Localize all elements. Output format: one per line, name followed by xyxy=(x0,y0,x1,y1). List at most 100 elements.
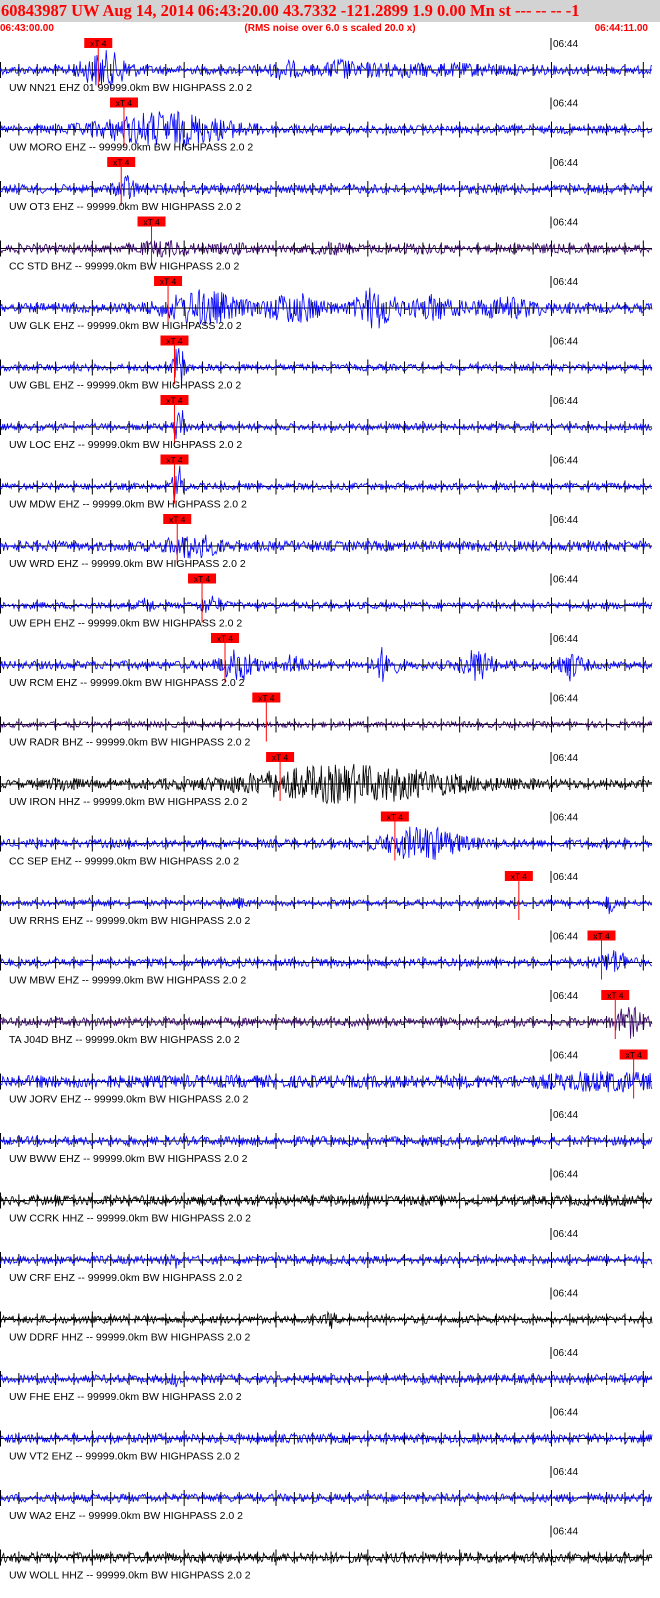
station-label: UW IRON HHZ -- 99999.0km BW HIGHPASS 2.0… xyxy=(9,796,248,808)
minute-mark-label: 06:44 xyxy=(553,1289,578,1300)
minute-mark-label: 06:44 xyxy=(553,634,578,645)
pick-label: xT 4 xyxy=(90,39,107,49)
station-label: UW GLK EHZ -- 99999.0km BW HIGHPASS 2.0 … xyxy=(9,320,242,332)
station-label: UW WA2 EHZ -- 99999.0km BW HIGHPASS 2.0 … xyxy=(9,1510,243,1522)
trace-row: 06:44 xT 4 UW NN21 EHZ 01 99999.0km BW HIG… xyxy=(0,38,653,94)
trace-row: 06:44 UW CRF EHZ -- 99999.0km BW HIGHPASS… xyxy=(0,1228,653,1284)
minute-mark-label: 06:44 xyxy=(553,1467,578,1478)
pick-label: xT 4 xyxy=(169,515,186,525)
minute-mark-label: 06:44 xyxy=(553,337,578,348)
pick-label: xT 4 xyxy=(625,1050,642,1060)
waveform-trace xyxy=(0,595,653,613)
trace-row: 06:44 UW WOLL HHZ -- 99999.0km BW HIGHPAS… xyxy=(0,1525,653,1582)
minute-mark-label: 06:44 xyxy=(553,991,578,1002)
trace-row: 06:44 UW BWW EHZ -- 99999.0km BW HIGHPASS… xyxy=(0,1109,653,1165)
minute-mark-label: 06:44 xyxy=(553,932,578,943)
station-label: UW CCRK HHZ -- 99999.0km BW HIGHPASS 2.0… xyxy=(9,1213,251,1225)
station-label: CC STD BHZ -- 99999.0km BW HIGHPASS 2.0 … xyxy=(9,261,239,273)
seismogram-plot: 06:44 xT 4 UW NN21 EHZ 01 99999.0km BW HIG… xyxy=(0,38,653,1582)
station-label: UW NN21 EHZ 01 99999.0km BW HIGHPASS 2.0… xyxy=(9,82,252,94)
minute-mark-label: 06:44 xyxy=(553,456,578,467)
waveform-trace xyxy=(0,1310,653,1329)
waveform-trace xyxy=(0,1254,653,1269)
station-label: UW EPH EHZ -- 99999.0km BW HIGHPASS 2.0 … xyxy=(9,618,242,630)
minute-mark-label: 06:44 xyxy=(553,1051,578,1062)
station-label: UW RRHS EHZ -- 99999.0km BW HIGHPASS 2.0… xyxy=(9,915,251,927)
minute-mark-label: 06:44 xyxy=(553,1170,578,1181)
pick-label: xT 4 xyxy=(194,574,211,584)
pick-label: xT 4 xyxy=(217,634,234,644)
station-label: UW LOC EHZ -- 99999.0km BW HIGHPASS 2.0 … xyxy=(9,439,242,451)
minute-mark-label: 06:44 xyxy=(553,1348,578,1359)
station-label: UW WOLL HHZ -- 99999.0km BW HIGHPASS 2.0… xyxy=(9,1570,251,1582)
rms-note-label: (RMS noise over 6.0 s scaled 20.0 x) xyxy=(244,23,416,34)
pick-label: xT 4 xyxy=(511,872,528,882)
pick-label: xT 4 xyxy=(387,812,404,822)
trace-row: 06:44 xT 4 UW IRON HHZ -- 99999.0km BW HIG… xyxy=(0,752,653,808)
pick-label: xT 4 xyxy=(272,753,289,763)
minute-mark-label: 06:44 xyxy=(553,218,578,229)
minute-mark-label: 06:44 xyxy=(553,277,578,288)
trace-row: 06:44 xT 4 UW MBW EHZ -- 99999.0km BW HIGH… xyxy=(0,930,653,987)
pick-label: xT 4 xyxy=(143,217,160,227)
station-label: UW GBL EHZ -- 99999.0km BW HIGHPASS 2.0 … xyxy=(9,380,241,392)
trace-row: 06:44 xT 4 UW WRD EHZ -- 99999.0km BW HIGH… xyxy=(0,514,653,570)
trace-row: 06:44 xT 4 CC STD BHZ -- 99999.0km BW HIGH… xyxy=(0,216,653,273)
station-label: UW OT3 EHZ -- 99999.0km BW HIGHPASS 2.0 … xyxy=(9,201,241,213)
pick-label: xT 4 xyxy=(166,396,183,406)
waveform-trace xyxy=(0,465,653,503)
station-label: UW DDRF HHZ -- 99999.0km BW HIGHPASS 2.0… xyxy=(9,1332,251,1344)
pick-label: xT 4 xyxy=(166,455,183,465)
minute-mark-label: 06:44 xyxy=(553,1110,578,1121)
trace-row: 06:44 xT 4 UW GLK EHZ -- 99999.0km BW HIGH… xyxy=(0,276,653,332)
trace-row: 06:44 xT 4 UW LOC EHZ -- 99999.0km BW HIGH… xyxy=(0,395,653,451)
minute-mark-label: 06:44 xyxy=(553,813,578,824)
trace-row: 06:44 xT 4 UW MORO EHZ -- 99999.0km BW HIG… xyxy=(0,97,653,154)
trace-row: 06:44 xT 4 UW MDW EHZ -- 99999.0km BW HIGH… xyxy=(0,454,653,511)
minute-mark-label: 06:44 xyxy=(553,1527,578,1538)
waveform-trace xyxy=(0,410,653,440)
station-label: UW MDW EHZ -- 99999.0km BW HIGHPASS 2.0 … xyxy=(9,499,247,511)
trace-row: 06:44 xT 4 UW RCM EHZ -- 99999.0km BW HIGH… xyxy=(0,633,653,689)
pick-label: xT 4 xyxy=(113,158,130,168)
minute-mark-label: 06:44 xyxy=(553,575,578,586)
waveform-trace xyxy=(0,896,653,915)
trace-row: 06:44 UW WA2 EHZ -- 99999.0km BW HIGHPASS… xyxy=(0,1466,653,1522)
waveform-trace xyxy=(0,175,653,200)
minute-mark-label: 06:44 xyxy=(553,872,578,883)
pick-label: xT 4 xyxy=(160,277,177,287)
trace-row: 06:44 xT 4 UW EPH EHZ -- 99999.0km BW HIGH… xyxy=(0,573,653,630)
minute-mark-label: 06:44 xyxy=(553,39,578,50)
waveform-trace xyxy=(0,1373,653,1388)
pick-label: xT 4 xyxy=(607,991,624,1001)
minute-mark-label: 06:44 xyxy=(553,753,578,764)
trace-row: 06:44 UW DDRF HHZ -- 99999.0km BW HIGHPAS… xyxy=(0,1287,653,1344)
trace-row: 06:44 UW CCRK HHZ -- 99999.0km BW HIGHPAS… xyxy=(0,1168,653,1225)
station-label: CC SEP EHZ -- 99999.0km BW HIGHPASS 2.0 … xyxy=(9,856,239,868)
station-label: UW BWW EHZ -- 99999.0km BW HIGHPASS 2.0 … xyxy=(9,1153,248,1165)
pick-label: xT 4 xyxy=(593,931,610,941)
station-label: UW WRD EHZ -- 99999.0km BW HIGHPASS 2.0 … xyxy=(9,558,246,570)
station-label: UW FHE EHZ -- 99999.0km BW HIGHPASS 2.0 … xyxy=(9,1391,242,1403)
station-label: UW MBW EHZ -- 99999.0km BW HIGHPASS 2.0 … xyxy=(9,975,246,987)
station-label: UW CRF EHZ -- 99999.0km BW HIGHPASS 2.0 … xyxy=(9,1272,242,1284)
waveform-trace xyxy=(0,950,653,972)
minute-mark-label: 06:44 xyxy=(553,158,578,169)
event-title: 60843987 UW Aug 14, 2014 06:43:20.00 43.… xyxy=(1,1,580,20)
trace-row: 06:44 UW FHE EHZ -- 99999.0km BW HIGHPASS… xyxy=(0,1347,653,1403)
trace-row: 06:44 xT 4 UW OT3 EHZ -- 99999.0km BW HIGH… xyxy=(0,157,653,213)
pick-label: xT 4 xyxy=(116,98,133,108)
trace-row: 06:44 xT 4 UW GBL EHZ -- 99999.0km BW HIGH… xyxy=(0,335,653,392)
trace-row: 06:44 UW VT2 EHZ -- 99999.0km BW HIGHPASS… xyxy=(0,1406,653,1463)
end-time-label: 06:44:11.00 xyxy=(594,23,648,34)
minute-mark-label: 06:44 xyxy=(553,694,578,705)
station-label: UW RADR BHZ -- 99999.0km BW HIGHPASS 2.0… xyxy=(9,737,251,749)
minute-mark-label: 06:44 xyxy=(553,1229,578,1240)
minute-mark-label: 06:44 xyxy=(553,515,578,526)
trace-row: 06:44 xT 4 CC SEP EHZ -- 99999.0km BW HIGH… xyxy=(0,811,653,868)
station-label: UW RCM EHZ -- 99999.0km BW HIGHPASS 2.0 … xyxy=(9,677,245,689)
pick-label: xT 4 xyxy=(258,693,275,703)
minute-mark-label: 06:44 xyxy=(553,99,578,110)
station-label: TA J04D BHZ -- 99999.0km BW HIGHPASS 2.0… xyxy=(9,1034,240,1046)
trace-row: 06:44 xT 4 UW RRHS EHZ -- 99999.0km BW HIG… xyxy=(0,871,653,927)
